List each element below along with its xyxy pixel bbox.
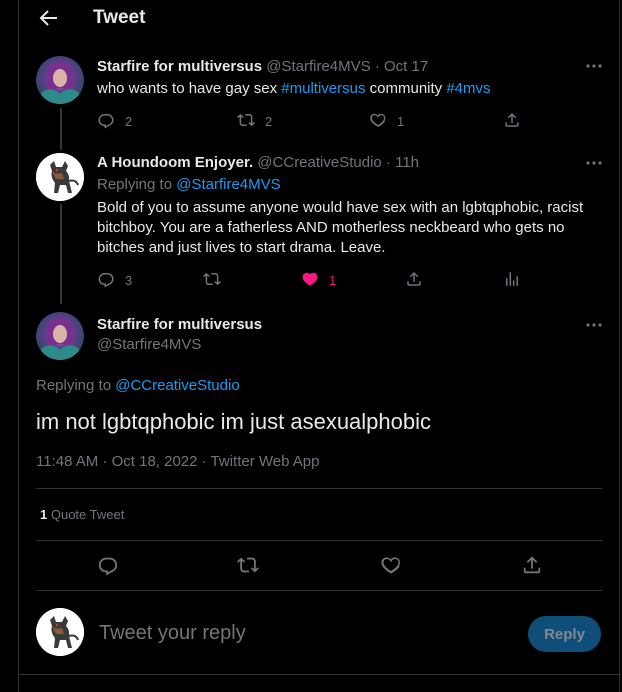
reply-count: 3 <box>125 272 133 288</box>
timestamp[interactable]: 11h <box>395 154 419 171</box>
display-name[interactable]: Starfire for multiversus <box>97 316 262 333</box>
separator: · <box>385 154 391 171</box>
share-icon <box>503 111 521 132</box>
tweet-header: A Houndoom Enjoyer. @CCreativeStudio · 1… <box>97 154 419 171</box>
avatar[interactable] <box>36 312 84 360</box>
display-name[interactable]: Starfire for multiversus <box>97 58 262 75</box>
reply-button[interactable]: 3 <box>97 270 132 290</box>
header: Tweet <box>19 0 621 38</box>
main-tweet-text: im not lgbtqphobic im just asexualphobic <box>36 409 432 434</box>
like-icon <box>301 270 319 291</box>
tweet-page: Tweet Starfire for multiversus @Starfire… <box>18 0 621 692</box>
like-count: 1 <box>329 272 337 288</box>
hashtag-link[interactable]: #multiversus <box>281 80 365 97</box>
mention-link[interactable]: @Starfire4MVS <box>176 176 280 193</box>
back-arrow-icon[interactable] <box>36 6 60 30</box>
retweet-button[interactable] <box>237 554 261 578</box>
share-button[interactable] <box>405 270 423 290</box>
analytics-button[interactable] <box>503 270 521 290</box>
retweet-icon <box>203 270 221 291</box>
like-button[interactable] <box>380 554 404 578</box>
timestamp[interactable]: Oct 17 <box>384 58 428 75</box>
reply-button[interactable]: 2 <box>97 111 132 131</box>
avatar[interactable] <box>36 153 84 201</box>
reply-submit-button[interactable]: Reply <box>528 616 601 652</box>
tweet-text-part: who wants to have gay sex <box>97 80 282 97</box>
avatar[interactable] <box>36 608 84 656</box>
replying-to: Replying to @Starfire4MVS <box>97 176 281 193</box>
replying-to: Replying to @CCreativeStudio <box>36 377 240 394</box>
divider <box>19 674 621 675</box>
reply-icon <box>97 557 119 580</box>
divider <box>36 540 602 541</box>
retweet-icon <box>237 557 259 580</box>
quote-label: Quote Tweet <box>47 507 125 522</box>
avatar[interactable] <box>36 56 84 104</box>
thread-line <box>60 204 62 304</box>
divider <box>36 590 602 591</box>
quote-tweets-link[interactable]: 1 Quote Tweet <box>40 507 124 522</box>
share-button[interactable] <box>503 111 521 131</box>
more-icon[interactable] <box>585 316 603 334</box>
mention-link[interactable]: @CCreativeStudio <box>115 377 239 394</box>
more-icon[interactable] <box>585 57 603 75</box>
like-icon <box>369 111 387 132</box>
share-icon <box>405 270 423 291</box>
reply-button[interactable] <box>97 554 121 578</box>
divider <box>36 488 602 489</box>
like-button[interactable]: 1 <box>369 111 404 131</box>
like-count: 1 <box>397 113 405 129</box>
handle[interactable]: @CCreativeStudio <box>257 154 381 171</box>
tweet-text: who wants to have gay sex #multiversus c… <box>97 79 491 99</box>
analytics-icon <box>503 270 521 291</box>
hashtag-link[interactable]: #4mvs <box>446 80 490 97</box>
more-icon[interactable] <box>585 154 603 172</box>
handle[interactable]: @Starfire4MVS <box>266 58 370 75</box>
tweet-text-part: community <box>365 80 447 97</box>
reply-icon <box>97 270 115 291</box>
share-button[interactable] <box>521 554 545 578</box>
display-name[interactable]: A Houndoom Enjoyer. <box>97 154 253 171</box>
replying-label: Replying to <box>97 176 177 193</box>
tweet-text: Bold of you to assume anyone would have … <box>97 199 584 256</box>
tweet-timestamp[interactable]: 11:48 AM · Oct 18, 2022 · Twitter Web Ap… <box>36 453 319 470</box>
reply-input[interactable]: Tweet your reply <box>99 622 246 645</box>
like-button[interactable]: 1 <box>301 270 336 290</box>
tweet-header: Starfire for multiversus @Starfire4MVS ·… <box>97 58 428 75</box>
handle[interactable]: @Starfire4MVS <box>97 336 201 353</box>
separator: · <box>374 58 380 75</box>
retweet-button[interactable]: 2 <box>237 111 272 131</box>
retweet-icon <box>237 111 255 132</box>
reply-icon <box>97 111 115 132</box>
retweet-button[interactable] <box>203 270 221 290</box>
page-title: Tweet <box>93 7 146 28</box>
reply-count: 2 <box>125 113 133 129</box>
like-icon <box>380 557 402 580</box>
share-icon <box>521 556 543 580</box>
retweet-count: 2 <box>265 113 273 129</box>
thread-line <box>60 108 62 150</box>
replying-label: Replying to <box>36 377 116 394</box>
